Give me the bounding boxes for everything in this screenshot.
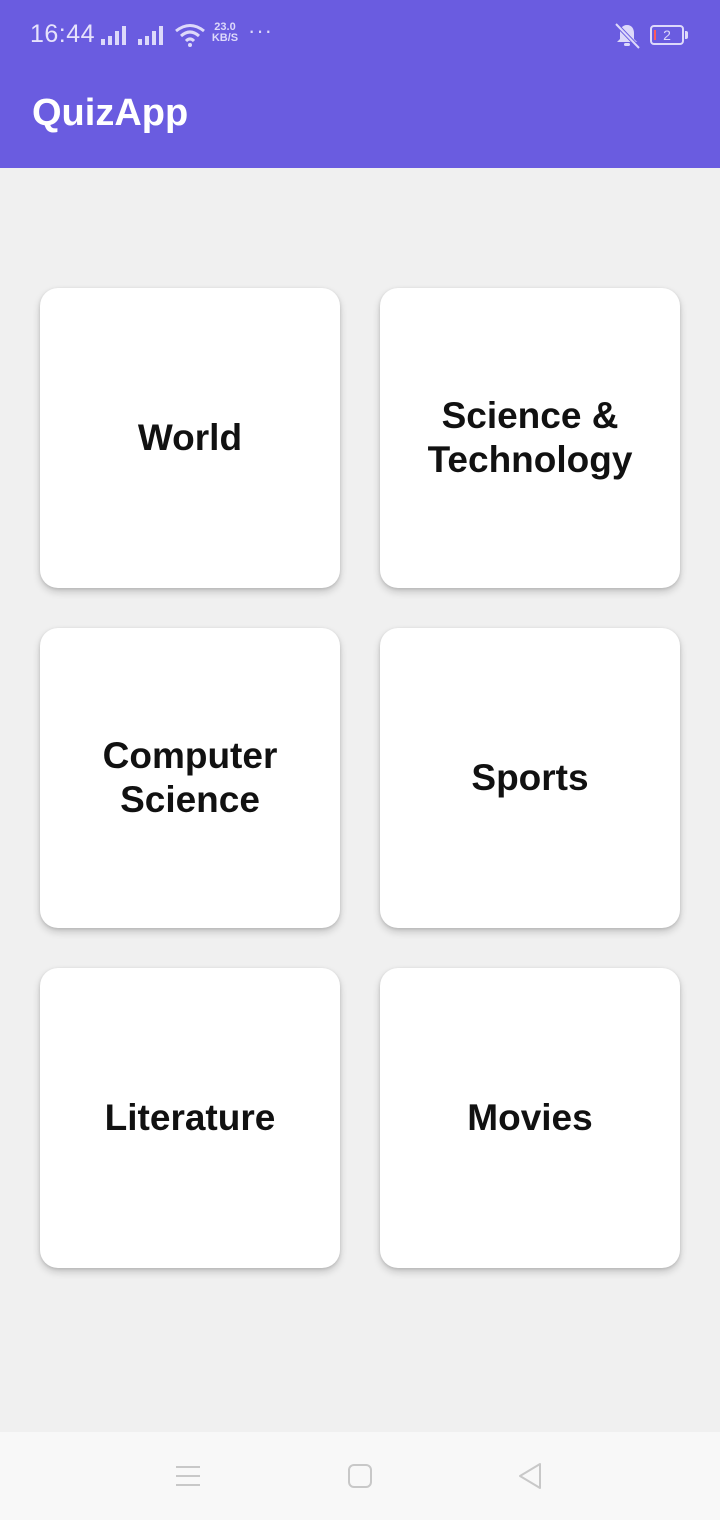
menu-button[interactable] — [166, 1454, 210, 1498]
wifi-icon — [175, 24, 205, 47]
app-bar: 16:44 23.0 KB/S ··· 2 QuizApp — [0, 0, 720, 168]
menu-icon — [176, 1466, 200, 1486]
status-bar: 16:44 23.0 KB/S ··· 2 — [0, 0, 720, 72]
status-time: 16:44 — [30, 20, 96, 48]
signal-icon — [138, 26, 163, 45]
back-icon — [519, 1463, 541, 1489]
category-card-literature[interactable]: Literature — [40, 968, 340, 1268]
category-card-science-technology[interactable]: Science & Technology — [380, 288, 680, 588]
category-card-computer-science[interactable]: Computer Science — [40, 628, 340, 928]
category-label: Literature — [104, 1097, 276, 1138]
home-button[interactable] — [338, 1454, 382, 1498]
category-grid: World Science & Technology Computer Scie… — [40, 288, 680, 1268]
category-card-movies[interactable]: Movies — [380, 968, 680, 1268]
category-label: Sports — [471, 757, 589, 798]
category-label: Computer Science — [102, 735, 278, 820]
navigation-bar — [0, 1432, 720, 1520]
category-label: Science & Technology — [427, 395, 633, 480]
home-icon — [348, 1464, 372, 1488]
net-speed-unit: KB/S — [211, 32, 239, 44]
more-indicator: ··· — [248, 18, 273, 43]
category-label: Movies — [467, 1097, 593, 1138]
signal-icon — [101, 26, 126, 45]
category-card-sports[interactable]: Sports — [380, 628, 680, 928]
mute-icon — [614, 22, 641, 50]
category-card-world[interactable]: World — [40, 288, 340, 588]
app-title: QuizApp — [32, 92, 189, 134]
category-label: World — [137, 417, 243, 458]
net-speed: 23.0 KB/S — [210, 22, 240, 44]
back-button[interactable] — [508, 1454, 552, 1498]
battery-icon: 2 — [650, 25, 688, 45]
